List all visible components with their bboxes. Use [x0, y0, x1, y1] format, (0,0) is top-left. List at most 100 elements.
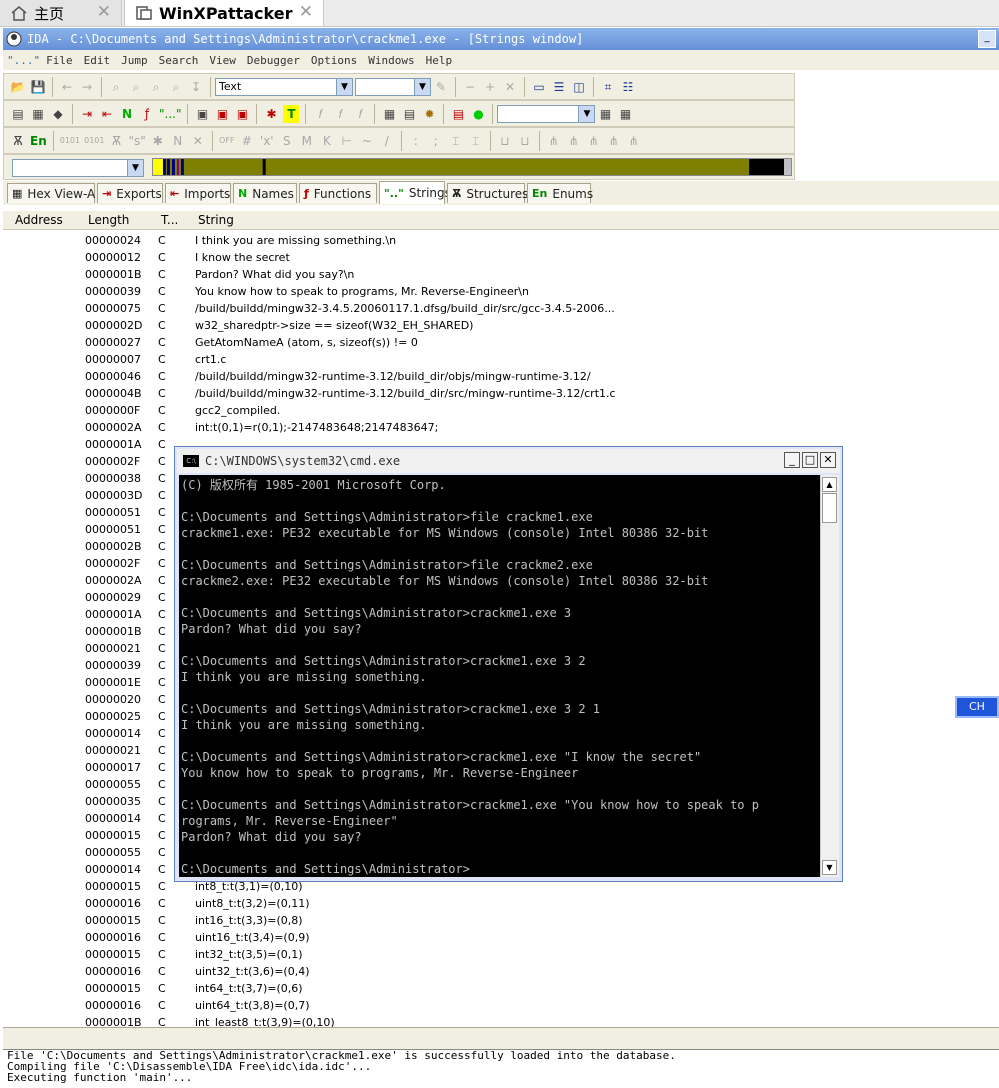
- char-icon[interactable]: 'x': [259, 132, 275, 150]
- list-icon[interactable]: ☷: [620, 78, 636, 96]
- mark-icon[interactable]: M: [299, 132, 315, 150]
- posterior-icon[interactable]: ⌶: [468, 132, 484, 150]
- offset-icon[interactable]: OFF: [219, 132, 235, 150]
- graph-xrefs-to-icon[interactable]: ⋔: [586, 132, 602, 150]
- pen-icon[interactable]: ✎: [433, 78, 449, 96]
- undefine-icon[interactable]: ✕: [190, 132, 206, 150]
- signatures-icon[interactable]: ✱: [263, 105, 279, 123]
- tab-home[interactable]: 主页 ✕: [0, 0, 122, 26]
- graph-xrefs-from-icon[interactable]: ⋔: [606, 132, 622, 150]
- search-immediate-icon[interactable]: ⌕: [168, 78, 184, 96]
- scroll-down-icon[interactable]: ▼: [822, 860, 837, 875]
- minus-icon[interactable]: −: [462, 78, 478, 96]
- segments-icon[interactable]: ▣: [194, 105, 210, 123]
- search-next-icon[interactable]: ⌕: [128, 78, 144, 96]
- save-icon[interactable]: 💾: [30, 78, 46, 96]
- scroll-up-icon[interactable]: ▲: [822, 477, 837, 492]
- menu-help[interactable]: Help: [426, 54, 453, 67]
- navigation-band[interactable]: [152, 158, 792, 176]
- menu-options[interactable]: Options: [311, 54, 357, 67]
- name-icon[interactable]: N: [170, 132, 186, 150]
- close-icon[interactable]: ✕: [97, 2, 111, 22]
- functions-icon[interactable]: ƒ: [139, 105, 155, 123]
- column-string[interactable]: String: [198, 213, 234, 227]
- scroll-thumb[interactable]: [822, 493, 837, 523]
- script-icon[interactable]: ▤: [401, 105, 417, 123]
- menu-jump[interactable]: Jump: [121, 54, 148, 67]
- comment-icon[interactable]: /: [379, 132, 395, 150]
- run-icon[interactable]: ●: [470, 105, 486, 123]
- plus-icon[interactable]: +: [482, 78, 498, 96]
- names-icon[interactable]: N: [119, 105, 135, 123]
- settings-icon[interactable]: ✹: [421, 105, 437, 123]
- menu-view[interactable]: View: [209, 54, 236, 67]
- ime-language-badge[interactable]: CH: [955, 696, 999, 718]
- data-icon[interactable]: 0101: [84, 132, 104, 150]
- hide-icon[interactable]: ⊔: [497, 132, 513, 150]
- tab-imports[interactable]: ⇤ Imports: [165, 183, 231, 203]
- forward-icon[interactable]: →: [79, 78, 95, 96]
- column-length[interactable]: Length: [88, 213, 129, 227]
- window-tile-h-icon[interactable]: ☰: [551, 78, 567, 96]
- strings-icon[interactable]: "...": [159, 105, 181, 123]
- string-type-icon[interactable]: "s": [128, 132, 145, 150]
- tab-enums[interactable]: En Enums: [527, 183, 593, 203]
- array-icon[interactable]: ✱: [150, 132, 166, 150]
- text-mode-combo[interactable]: Text ▼: [215, 77, 353, 96]
- minimize-button[interactable]: _: [978, 30, 996, 48]
- column-type[interactable]: T...: [161, 213, 178, 227]
- empty-combo[interactable]: ▼: [355, 77, 431, 96]
- exports-icon[interactable]: ⇥: [79, 105, 95, 123]
- comment-line-icon[interactable]: :: [408, 132, 424, 150]
- negate-icon[interactable]: ~: [359, 132, 375, 150]
- calculator-icon[interactable]: ▦: [381, 105, 397, 123]
- function-end-icon[interactable]: 𝑓: [352, 105, 368, 123]
- close-button[interactable]: ✕: [820, 452, 836, 468]
- segment-combo[interactable]: ▼: [12, 159, 144, 177]
- tab-exports[interactable]: ⇥ Exports: [97, 183, 163, 203]
- repeat-comment-icon[interactable]: ;: [428, 132, 444, 150]
- imports-icon[interactable]: ⇤: [99, 105, 115, 123]
- close-icon[interactable]: ✕: [299, 2, 313, 22]
- graph-icon[interactable]: ⌗: [600, 78, 616, 96]
- segment-regs-icon[interactable]: ▣: [214, 105, 230, 123]
- function-icon[interactable]: 𝑓: [312, 105, 328, 123]
- menu-edit[interactable]: Edit: [84, 54, 111, 67]
- debug-options-icon[interactable]: ▦: [597, 105, 613, 123]
- tab-hex-view[interactable]: ▦ Hex View-A: [7, 183, 95, 203]
- window-cascade-icon[interactable]: ▭: [531, 78, 547, 96]
- tab-structures[interactable]: Ѫ Structures: [447, 183, 528, 203]
- structure-icon[interactable]: Ѫ: [10, 132, 26, 150]
- hex-view-icon[interactable]: ▦: [30, 105, 46, 123]
- selectors-icon[interactable]: ▣: [234, 105, 250, 123]
- graph-user-icon[interactable]: ⋔: [626, 132, 642, 150]
- struct-var-icon[interactable]: Ѫ: [108, 132, 124, 150]
- back-icon[interactable]: ←: [59, 78, 75, 96]
- graph-flow-icon[interactable]: ⋔: [546, 132, 562, 150]
- bitwise-icon[interactable]: ⊢: [339, 132, 355, 150]
- menu-file[interactable]: File: [46, 54, 73, 67]
- window-tile-v-icon[interactable]: ◫: [571, 78, 587, 96]
- maximize-button[interactable]: □: [802, 452, 818, 468]
- debug-close-icon[interactable]: ▦: [617, 105, 633, 123]
- graph-xrefs-icon[interactable]: ⋔: [566, 132, 582, 150]
- enum-icon[interactable]: En: [30, 132, 47, 150]
- open-icon[interactable]: 📂: [10, 78, 26, 96]
- log-icon[interactable]: ▤: [450, 105, 466, 123]
- tab-winxpattacker[interactable]: WinXPattacker ✕: [124, 0, 324, 26]
- text-view-icon[interactable]: ▤: [10, 105, 26, 123]
- column-address[interactable]: Address: [15, 213, 63, 227]
- tab-names[interactable]: N Names: [233, 183, 297, 203]
- code-icon[interactable]: 0101: [60, 132, 80, 150]
- cmd-scrollbar[interactable]: ▲ ▼: [820, 475, 839, 877]
- unhide-icon[interactable]: ⊔: [517, 132, 533, 150]
- cmd-title-bar[interactable]: C:\ C:\WINDOWS\system32\cmd.exe _ □ ✕: [177, 449, 840, 473]
- cmd-console[interactable]: (C) 版权所有 1985-2001 Microsoft Corp. C:\Doc…: [179, 475, 820, 877]
- jump-icon[interactable]: ↧: [188, 78, 204, 96]
- menu-windows[interactable]: Windows: [368, 54, 414, 67]
- type-libraries-icon[interactable]: T: [283, 104, 300, 123]
- minimize-button[interactable]: _: [784, 452, 800, 468]
- tab-strings[interactable]: ".." Strings: [379, 181, 451, 204]
- search-binoculars-icon[interactable]: ⌕: [108, 78, 124, 96]
- anterior-icon[interactable]: ⌶: [448, 132, 464, 150]
